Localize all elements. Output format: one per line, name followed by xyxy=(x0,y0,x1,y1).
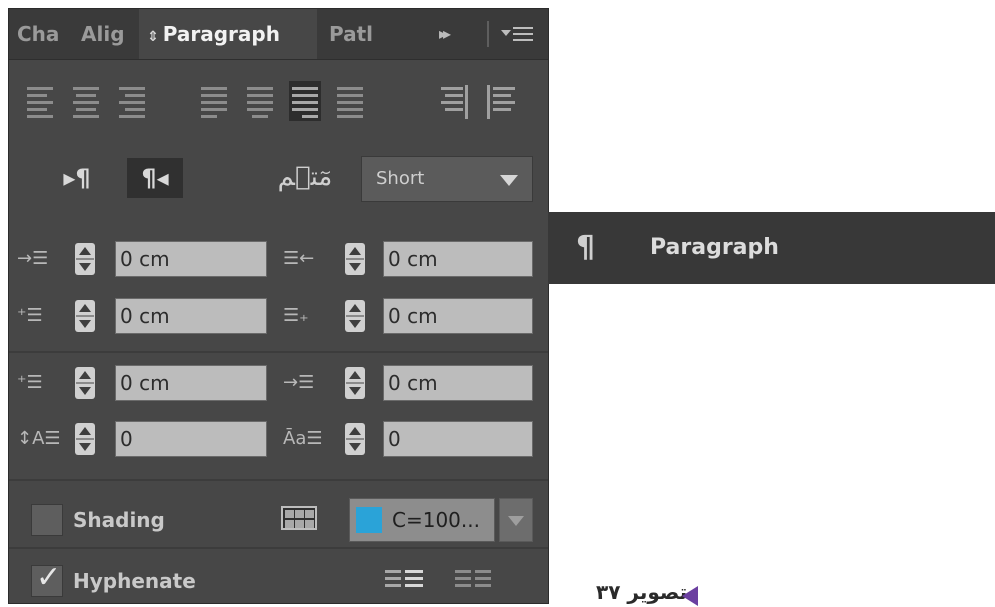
collapsed-panel-label: Paragraph xyxy=(650,235,779,260)
indent-row-2: ⁺☰ 0 cm ☰₊ 0 cm xyxy=(9,296,548,336)
caption-triangle-icon xyxy=(682,586,698,606)
left-indent-stepper[interactable] xyxy=(75,243,95,275)
shading-color-value: C=100... xyxy=(392,508,480,532)
space-after-stepper[interactable] xyxy=(345,367,365,399)
drop-cap-lines-icon: ↕A☰ xyxy=(17,428,61,449)
first-line-indent-stepper[interactable] xyxy=(75,300,95,332)
tab-character[interactable]: Cha xyxy=(17,9,59,59)
divider xyxy=(9,351,548,353)
right-to-left-direction-icon[interactable]: ¶◂ xyxy=(127,158,183,198)
paragraph-direction-row: ▸¶ ¶◂ مٓتٖم Short xyxy=(9,154,548,204)
tab-separator xyxy=(487,21,489,47)
panel-menu-icon[interactable] xyxy=(501,24,535,44)
left-indent-icon: →☰ xyxy=(17,248,49,269)
justification-dropdown[interactable]: Short xyxy=(361,156,533,202)
space-after-icon: →☰ xyxy=(283,372,315,393)
justification-icon: مٓتٖم xyxy=(277,162,333,192)
shading-label: Shading xyxy=(73,508,165,532)
paragraph-panel: Cha Alig ⇕ Paragraph Patl ▸▸ ▸¶ ¶◂ مٓتٖم… xyxy=(8,8,549,604)
swatches-icon[interactable] xyxy=(281,506,317,530)
left-indent-input[interactable]: 0 cm xyxy=(115,241,267,277)
shading-color-dropdown[interactable]: C=100... xyxy=(349,498,495,542)
spacing-row: ⁺☰ 0 cm →☰ 0 cm xyxy=(9,363,548,403)
drop-cap-chars-icon: Āa☰ xyxy=(283,428,323,449)
justify-center-icon[interactable] xyxy=(245,81,275,121)
split-columns-icon[interactable] xyxy=(455,567,495,591)
right-indent-icon: ☰← xyxy=(283,248,315,269)
tab-overflow-icon[interactable]: ▸▸ xyxy=(439,9,451,59)
drop-cap-row: ↕A☰ 0 Āa☰ 0 xyxy=(9,419,548,459)
caption-text: تصویر ۳۷ xyxy=(596,580,688,604)
justify-left-icon[interactable] xyxy=(199,81,229,121)
span-columns-icon[interactable] xyxy=(385,567,425,591)
shading-checkbox[interactable] xyxy=(31,504,63,536)
updown-icon: ⇕ xyxy=(147,29,159,45)
last-line-indent-stepper[interactable] xyxy=(345,300,365,332)
align-right-icon[interactable] xyxy=(117,81,147,121)
space-before-input[interactable]: 0 cm xyxy=(115,365,267,401)
shading-color-dropdown-button[interactable] xyxy=(499,498,533,542)
checkmark-icon: ✓ xyxy=(36,560,62,595)
last-line-indent-icon: ☰₊ xyxy=(283,305,309,326)
tab-paragraph[interactable]: ⇕ Paragraph xyxy=(139,9,317,59)
drop-cap-chars-input[interactable]: 0 xyxy=(383,421,533,457)
divider xyxy=(9,479,548,481)
align-left-icon[interactable] xyxy=(25,81,55,121)
divider xyxy=(9,547,548,549)
last-line-indent-input[interactable]: 0 cm xyxy=(383,298,533,334)
justify-right-icon[interactable] xyxy=(289,81,321,121)
drop-cap-lines-stepper[interactable] xyxy=(75,423,95,455)
chevron-down-icon xyxy=(508,516,524,526)
align-away-from-spine-icon[interactable] xyxy=(487,81,517,121)
first-line-indent-icon: ⁺☰ xyxy=(17,305,43,326)
space-before-stepper[interactable] xyxy=(75,367,95,399)
collapsed-paragraph-panel[interactable]: ¶ Paragraph xyxy=(548,212,995,284)
tab-paths[interactable]: Patl xyxy=(329,9,373,59)
drop-cap-lines-input[interactable]: 0 xyxy=(115,421,267,457)
indent-row-1: →☰ 0 cm ☰← 0 cm xyxy=(9,239,548,279)
left-to-right-direction-icon[interactable]: ▸¶ xyxy=(49,158,105,198)
justify-all-icon[interactable] xyxy=(335,81,365,121)
hyphenate-row: ✓ Hyphenate xyxy=(9,557,548,605)
panel-tab-bar: Cha Alig ⇕ Paragraph Patl ▸▸ xyxy=(9,9,548,60)
right-indent-stepper[interactable] xyxy=(345,243,365,275)
tab-align[interactable]: Alig xyxy=(81,9,125,59)
space-before-icon: ⁺☰ xyxy=(17,372,43,393)
color-chip xyxy=(356,507,382,533)
figure-caption: تصویر ۳۷ xyxy=(596,580,698,606)
alignment-toolbar xyxy=(9,81,548,127)
first-line-indent-input[interactable]: 0 cm xyxy=(115,298,267,334)
hyphenate-label: Hyphenate xyxy=(73,569,196,593)
drop-cap-chars-stepper[interactable] xyxy=(345,423,365,455)
space-after-input[interactable]: 0 cm xyxy=(383,365,533,401)
right-indent-input[interactable]: 0 cm xyxy=(383,241,533,277)
pilcrow-icon: ¶ xyxy=(576,230,596,265)
hyphenate-checkbox[interactable]: ✓ xyxy=(31,560,63,597)
align-center-icon[interactable] xyxy=(71,81,101,121)
tab-paragraph-label: Paragraph xyxy=(162,22,280,46)
justification-value: Short xyxy=(376,168,425,189)
chevron-down-icon xyxy=(500,175,518,186)
shading-row: Shading C=100... xyxy=(9,494,548,544)
align-towards-spine-icon[interactable] xyxy=(439,81,469,121)
